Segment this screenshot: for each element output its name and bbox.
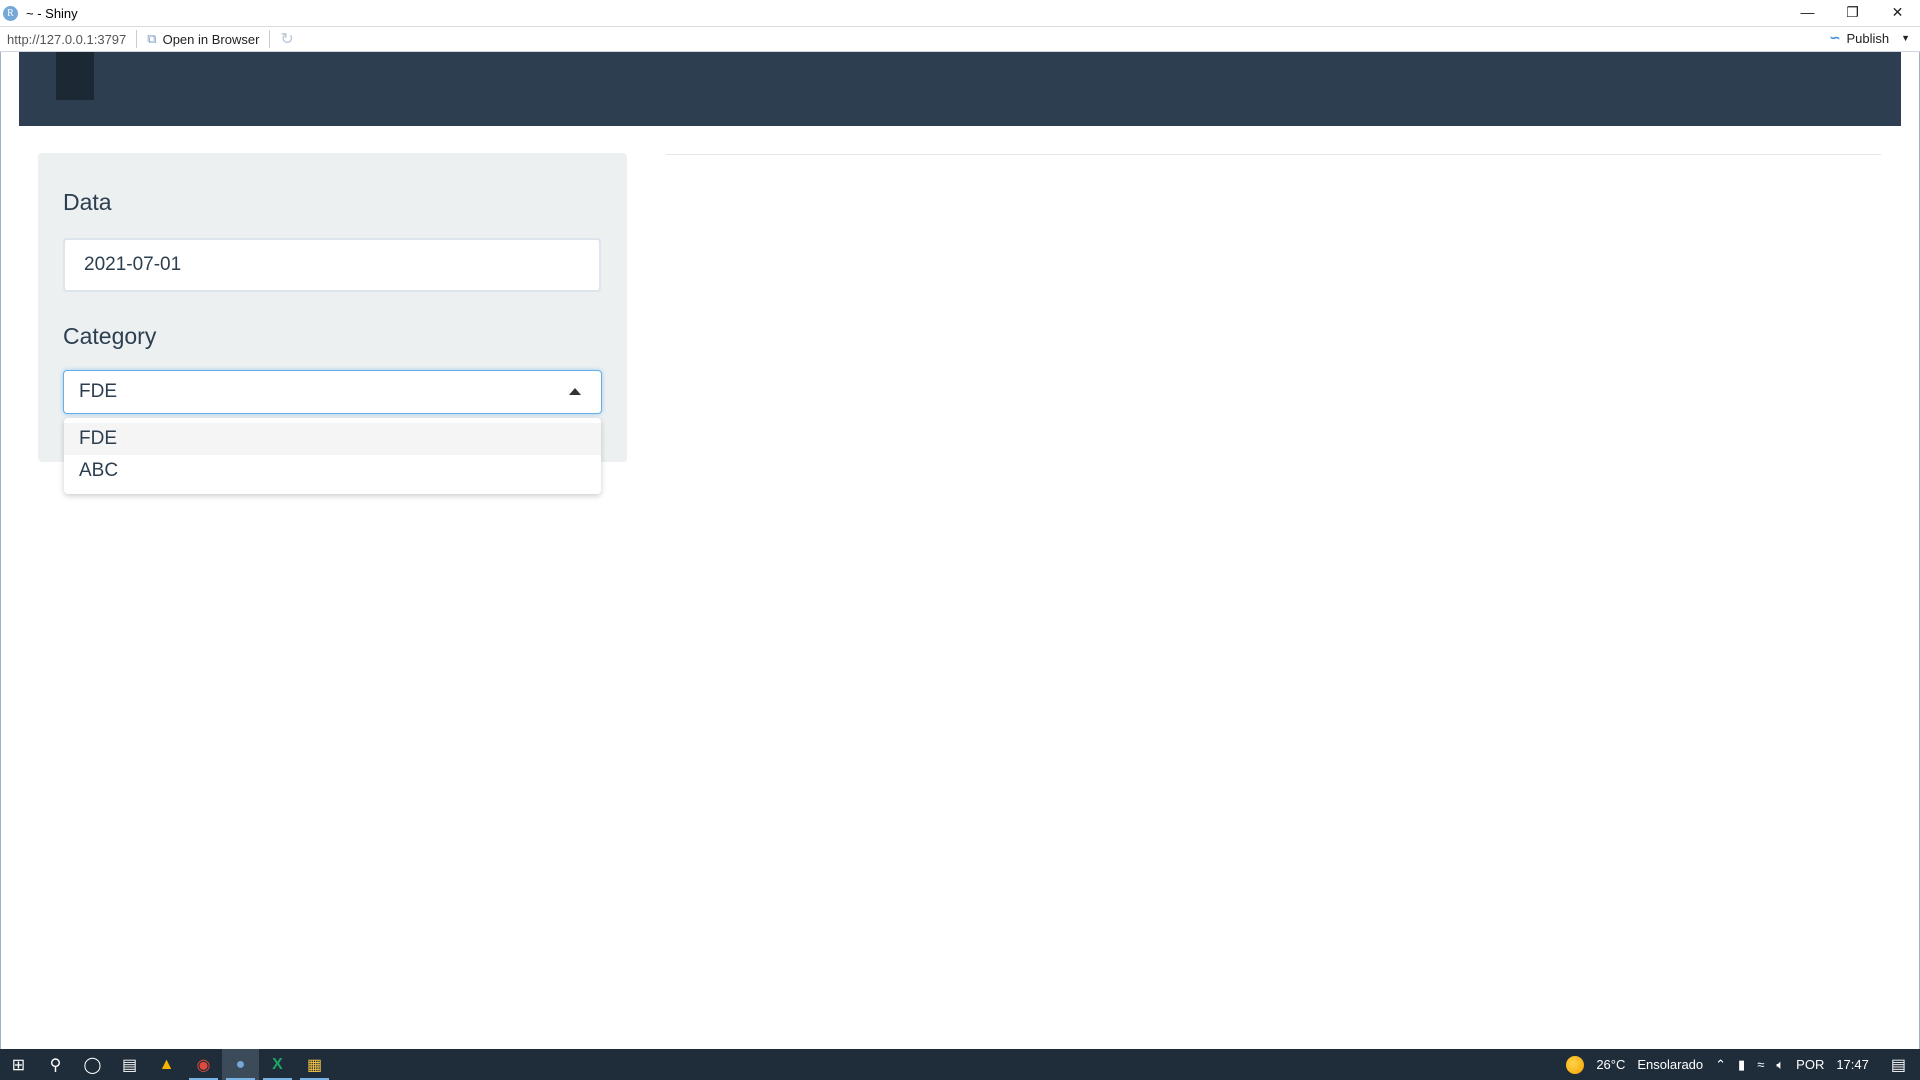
dropdown-option-fde[interactable]: FDE	[64, 423, 601, 455]
url-text: http://127.0.0.1:3797	[7, 31, 127, 47]
publish-label: Publish	[1846, 30, 1890, 46]
refresh-icon[interactable]: ↻	[280, 29, 293, 49]
weather-temp[interactable]: 26°C	[1596, 1057, 1625, 1072]
navbar-brand[interactable]	[56, 52, 94, 100]
chevron-up-icon[interactable]: ⌃	[1715, 1057, 1726, 1073]
category-label: Category	[63, 323, 157, 349]
window-title: ~ - Shiny	[26, 5, 78, 21]
navbar	[19, 52, 1901, 126]
main-divider	[666, 154, 1881, 155]
viewer-toolbar: http://127.0.0.1:3797 ⧉ Open in Browser …	[0, 26, 1920, 52]
open-in-browser-label: Open in Browser	[162, 31, 260, 47]
sidebar-panel	[38, 153, 627, 462]
weather-sun-icon[interactable]	[1566, 1055, 1585, 1074]
windows-start-icon[interactable]: ⊞	[0, 1049, 37, 1080]
taskbar: ⊞ ⚲ ◯ ▤ ▲ ◉ ● X ▦ 26°C Ensolarado ⌃ ▮ ≈ …	[0, 1049, 1920, 1080]
caret-up-icon[interactable]	[569, 388, 581, 395]
browser-icon: ⧉	[147, 31, 157, 46]
notifications-icon[interactable]: ▤	[1891, 1055, 1906, 1075]
open-in-browser-button[interactable]: ⧉ Open in Browser	[147, 31, 259, 47]
r-logo-icon: R	[3, 5, 18, 21]
dropdown-option-abc[interactable]: ABC	[64, 455, 601, 487]
wifi-icon[interactable]: ≈	[1757, 1057, 1764, 1072]
publish-button[interactable]: ∽ Publish ▼	[1830, 30, 1910, 46]
category-select[interactable]: FDE	[63, 370, 602, 414]
close-icon[interactable]: ✕	[1875, 0, 1920, 24]
search-icon[interactable]: ⚲	[37, 1049, 74, 1080]
category-dropdown: FDE ABC	[64, 418, 601, 494]
restore-icon[interactable]: ❐	[1830, 0, 1875, 24]
minimize-icon[interactable]: —	[1785, 0, 1830, 24]
chrome-icon[interactable]: ◉	[185, 1049, 222, 1080]
date-input[interactable]: 2021-07-01	[63, 238, 601, 292]
google-drive-icon[interactable]: ▲	[148, 1049, 185, 1080]
date-label: Data	[63, 189, 112, 215]
chevron-down-icon[interactable]: ▼	[1901, 33, 1910, 43]
divider	[269, 30, 271, 48]
volume-icon[interactable]: 🔈︎	[1776, 1057, 1784, 1073]
rstudio-icon[interactable]: ●	[222, 1049, 259, 1080]
file-explorer-icon[interactable]: ▦	[296, 1049, 333, 1080]
battery-icon[interactable]: ▮	[1738, 1057, 1745, 1073]
publish-icon: ∽	[1829, 30, 1841, 45]
cortana-icon[interactable]: ◯	[74, 1049, 111, 1080]
task-view-icon[interactable]: ▤	[111, 1049, 148, 1080]
divider	[136, 30, 138, 48]
clock[interactable]: 17:47	[1836, 1057, 1869, 1072]
category-selected-value: FDE	[79, 381, 117, 402]
weather-text[interactable]: Ensolarado	[1637, 1057, 1703, 1072]
language-indicator[interactable]: POR	[1796, 1057, 1824, 1072]
window-titlebar: R ~ - Shiny — ❐ ✕	[0, 0, 1920, 26]
excel-icon[interactable]: X	[259, 1049, 296, 1080]
